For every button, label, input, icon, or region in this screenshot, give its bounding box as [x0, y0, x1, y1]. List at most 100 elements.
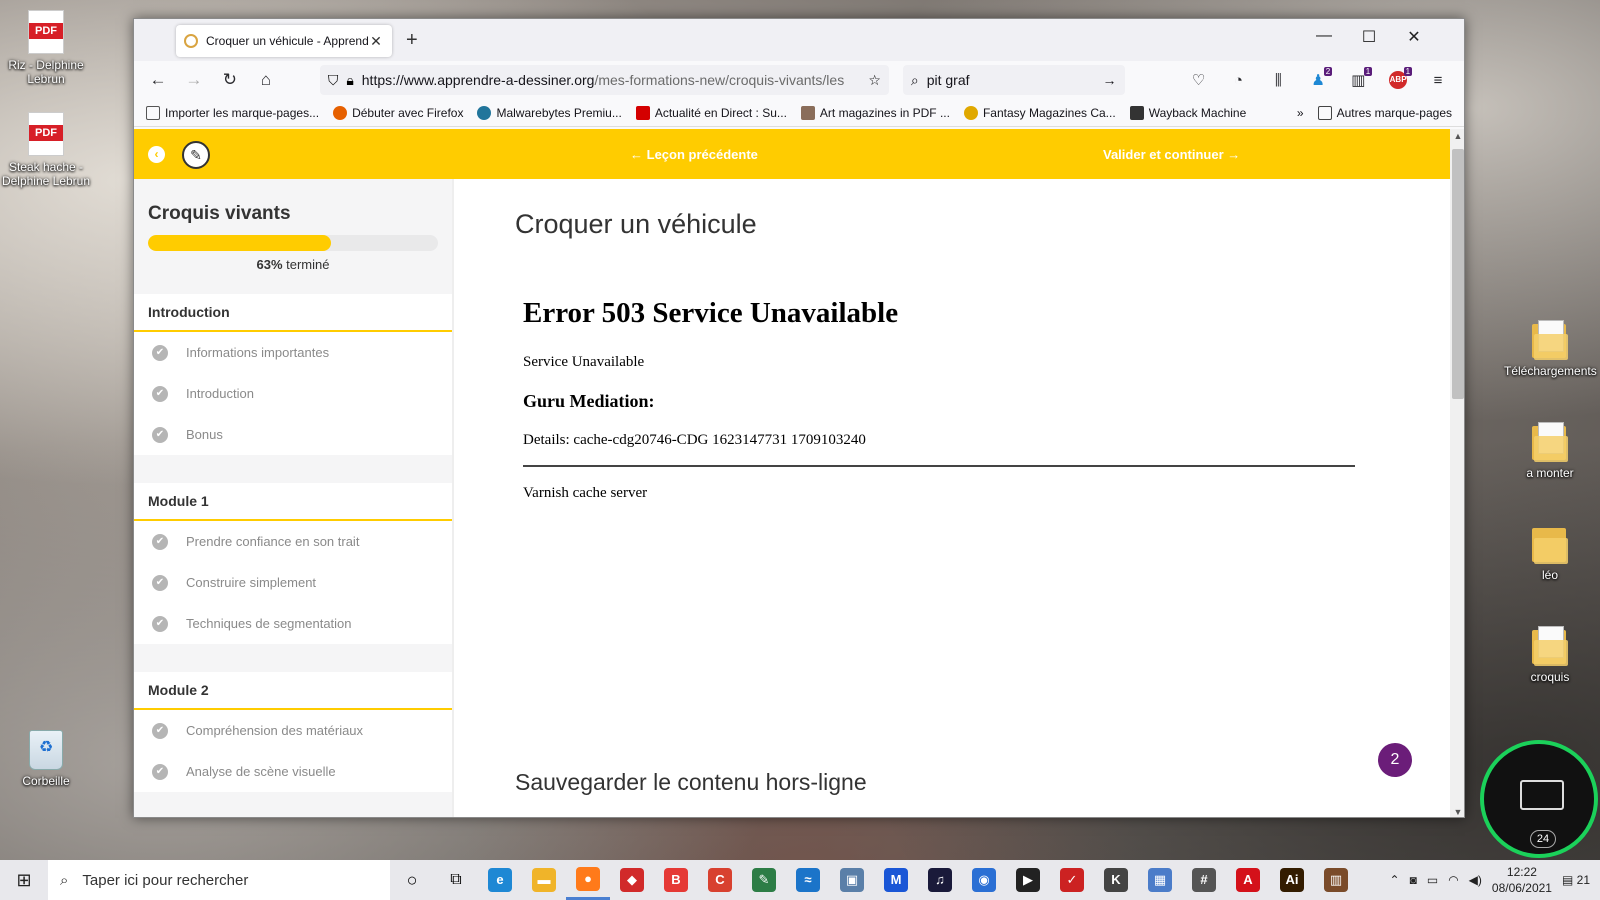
- clock[interactable]: 12:22 08/06/2021: [1492, 864, 1552, 896]
- taskbar-app-acrobat[interactable]: A: [1226, 860, 1270, 900]
- taskbar-app-explorer[interactable]: ▬: [522, 860, 566, 900]
- taskbar-app-ccleaner-red[interactable]: ✓: [1050, 860, 1094, 900]
- back-button[interactable]: ←: [142, 65, 174, 95]
- validate-continue-link[interactable]: Valider et continuer →: [1103, 147, 1240, 162]
- wifi-icon[interactable]: ◠: [1448, 873, 1458, 887]
- close-tab-icon[interactable]: ✕: [368, 33, 384, 50]
- taskbar-app-firefox[interactable]: ●: [566, 860, 610, 900]
- address-bar[interactable]: ⛉ 🔒︎ https://www.apprendre-a-dessiner.or…: [319, 65, 889, 95]
- error-footer: Varnish cache server: [523, 485, 648, 501]
- bookmarks-overflow-icon[interactable]: »: [1297, 106, 1304, 120]
- menu-hamburger-icon[interactable]: ≡: [1420, 65, 1456, 95]
- tray-up-chevron-icon[interactable]: ⌃: [1390, 873, 1400, 887]
- battery-icon[interactable]: ▭: [1427, 873, 1438, 887]
- new-tab-button[interactable]: +: [406, 29, 418, 52]
- extension-grid-icon[interactable]: ▥ 1: [1340, 65, 1376, 95]
- desktop-icon-recycle-bin[interactable]: ♻ Corbeille: [0, 730, 92, 788]
- feather-icon: ✎: [752, 868, 776, 892]
- previous-lesson-link[interactable]: ← Leçon précédente: [630, 147, 758, 162]
- windows-start-icon[interactable]: ⊞: [0, 860, 48, 900]
- tab-active[interactable]: Croquer un véhicule - Apprendre ✕: [176, 25, 392, 57]
- search-go-icon[interactable]: →: [1103, 72, 1117, 88]
- adblock-plus-icon[interactable]: ABP 1: [1380, 65, 1416, 95]
- maximize-button[interactable]: ☐: [1354, 27, 1384, 47]
- lesson-item[interactable]: ✔ Analyse de scène visuelle: [134, 751, 452, 792]
- desktop-icon-leo[interactable]: léo: [1504, 524, 1596, 582]
- taskbar-app-k-app[interactable]: K: [1094, 860, 1138, 900]
- taskbar-app-calculator[interactable]: #: [1182, 860, 1226, 900]
- desktop-icon-pdf-steak[interactable]: PDF Steak hache - Delphine Lebrun: [0, 112, 92, 188]
- desktop-icon-a-monter[interactable]: a monter: [1504, 422, 1596, 480]
- other-bookmarks[interactable]: Autres marque-pages: [1317, 105, 1452, 120]
- task-view-icon[interactable]: ⧉: [434, 860, 478, 900]
- brave-b-icon: B: [664, 868, 688, 892]
- section-title[interactable]: Introduction: [134, 294, 452, 332]
- bookmark-art-magazines[interactable]: Art magazines in PDF ...: [800, 105, 950, 120]
- lesson-item[interactable]: ✔ Compréhension des matériaux: [134, 710, 452, 751]
- lesson-item[interactable]: ✔ Techniques de segmentation: [134, 603, 452, 644]
- cortana-icon[interactable]: ○: [390, 860, 434, 900]
- system-monitor-widget[interactable]: 24: [1480, 740, 1598, 858]
- pocket-icon[interactable]: ♡: [1180, 65, 1216, 95]
- volume-icon[interactable]: ◀): [1469, 873, 1482, 887]
- taskbar-app-illustrator[interactable]: Ai: [1270, 860, 1314, 900]
- url-path: /mes-formations-new/croquis-vivants/les: [594, 72, 845, 88]
- scrollbar-thumb[interactable]: [1452, 149, 1464, 399]
- minimize-button[interactable]: —: [1309, 27, 1339, 45]
- taskbar-app-photos[interactable]: ▦: [1138, 860, 1182, 900]
- taskbar-search-placeholder: Taper ici pour rechercher: [82, 871, 249, 889]
- chat-notification-badge[interactable]: 2: [1378, 743, 1412, 777]
- tray-camera-icon[interactable]: ◙: [1410, 873, 1417, 887]
- desktop-icon-downloads[interactable]: Téléchargements: [1504, 320, 1597, 378]
- reload-button[interactable]: ↻: [214, 65, 246, 95]
- taskbar-app-image-app[interactable]: ▣: [830, 860, 874, 900]
- desktop-icon-label: a monter: [1526, 466, 1574, 480]
- taskbar-app-malwarebytes[interactable]: M: [874, 860, 918, 900]
- lesson-item[interactable]: ✔ Informations importantes: [134, 332, 452, 373]
- timer-icon[interactable]: ◔: [1220, 65, 1256, 95]
- desktop-icon-croquis[interactable]: croquis: [1504, 626, 1596, 684]
- bookmark-fantasy-magazines[interactable]: Fantasy Magazines Ca...: [963, 105, 1116, 120]
- site-logo[interactable]: ✎: [182, 141, 210, 169]
- lesson-item[interactable]: ✔ Bonus: [134, 414, 452, 455]
- search-input[interactable]: pit graf: [927, 72, 1095, 88]
- lesson-item[interactable]: ✔ Construire simplement: [134, 562, 452, 603]
- taskbar-app-edge[interactable]: e: [478, 860, 522, 900]
- taskbar-app-player[interactable]: ▶: [1006, 860, 1050, 900]
- scroll-down-icon[interactable]: ▼: [1450, 807, 1464, 817]
- back-circle-icon[interactable]: ‹: [148, 146, 165, 163]
- taskbar-search[interactable]: ⌕ Taper ici pour rechercher: [48, 860, 390, 900]
- lock-icon[interactable]: 🔒︎: [346, 72, 353, 89]
- taskbar-app-bluetooth-app[interactable]: ≈: [786, 860, 830, 900]
- taskbar-app-ccleaner[interactable]: C: [698, 860, 742, 900]
- bookmark-malwarebytes[interactable]: Malwarebytes Premiu...: [477, 105, 622, 120]
- notifications-icon[interactable]: ▤ 21: [1562, 873, 1590, 887]
- taskbar-app-library[interactable]: ▥: [1314, 860, 1358, 900]
- section-title[interactable]: Module 1: [134, 483, 452, 521]
- extension-notifier-icon[interactable]: ♟ 2: [1300, 65, 1336, 95]
- bookmark-wayback[interactable]: Wayback Machine: [1129, 105, 1246, 120]
- library-icon[interactable]: ⫼: [1260, 65, 1296, 95]
- url-text[interactable]: https://www.apprendre-a-dessiner.org/mes…: [362, 72, 861, 88]
- lesson-item[interactable]: ✔ Prendre confiance en son trait: [134, 521, 452, 562]
- forward-button[interactable]: →: [178, 65, 210, 95]
- close-window-button[interactable]: ✕: [1399, 27, 1429, 47]
- page-scrollbar[interactable]: ▲ ▼: [1450, 129, 1464, 817]
- shield-icon[interactable]: ⛉: [328, 72, 339, 89]
- desktop-icon-pdf-riz[interactable]: PDF Riz - Delphine Lebrun: [0, 10, 92, 86]
- bookmark-import[interactable]: Importer les marque-pages...: [146, 105, 319, 120]
- taskbar-app-amazon-music[interactable]: ♫: [918, 860, 962, 900]
- bookmark-actualite[interactable]: Actualité en Direct : Su...: [635, 105, 787, 120]
- navigation-toolbar: ← → ↻ ⌂ ⛉ 🔒︎ https://www.apprendre-a-des…: [134, 61, 1464, 99]
- taskbar-app-feather[interactable]: ✎: [742, 860, 786, 900]
- bookmark-firefox[interactable]: Débuter avec Firefox: [333, 105, 463, 120]
- taskbar-app-security[interactable]: ◆: [610, 860, 654, 900]
- home-button[interactable]: ⌂: [250, 65, 282, 95]
- bookmark-star-icon[interactable]: ☆: [868, 72, 881, 89]
- scroll-up-icon[interactable]: ▲: [1450, 131, 1464, 141]
- section-title[interactable]: Module 2: [134, 672, 452, 710]
- lesson-item[interactable]: ✔ Introduction: [134, 373, 452, 414]
- taskbar-app-brave-b[interactable]: B: [654, 860, 698, 900]
- taskbar-app-webcam-app[interactable]: ◉: [962, 860, 1006, 900]
- search-bar[interactable]: ⌕ pit graf →: [902, 65, 1125, 95]
